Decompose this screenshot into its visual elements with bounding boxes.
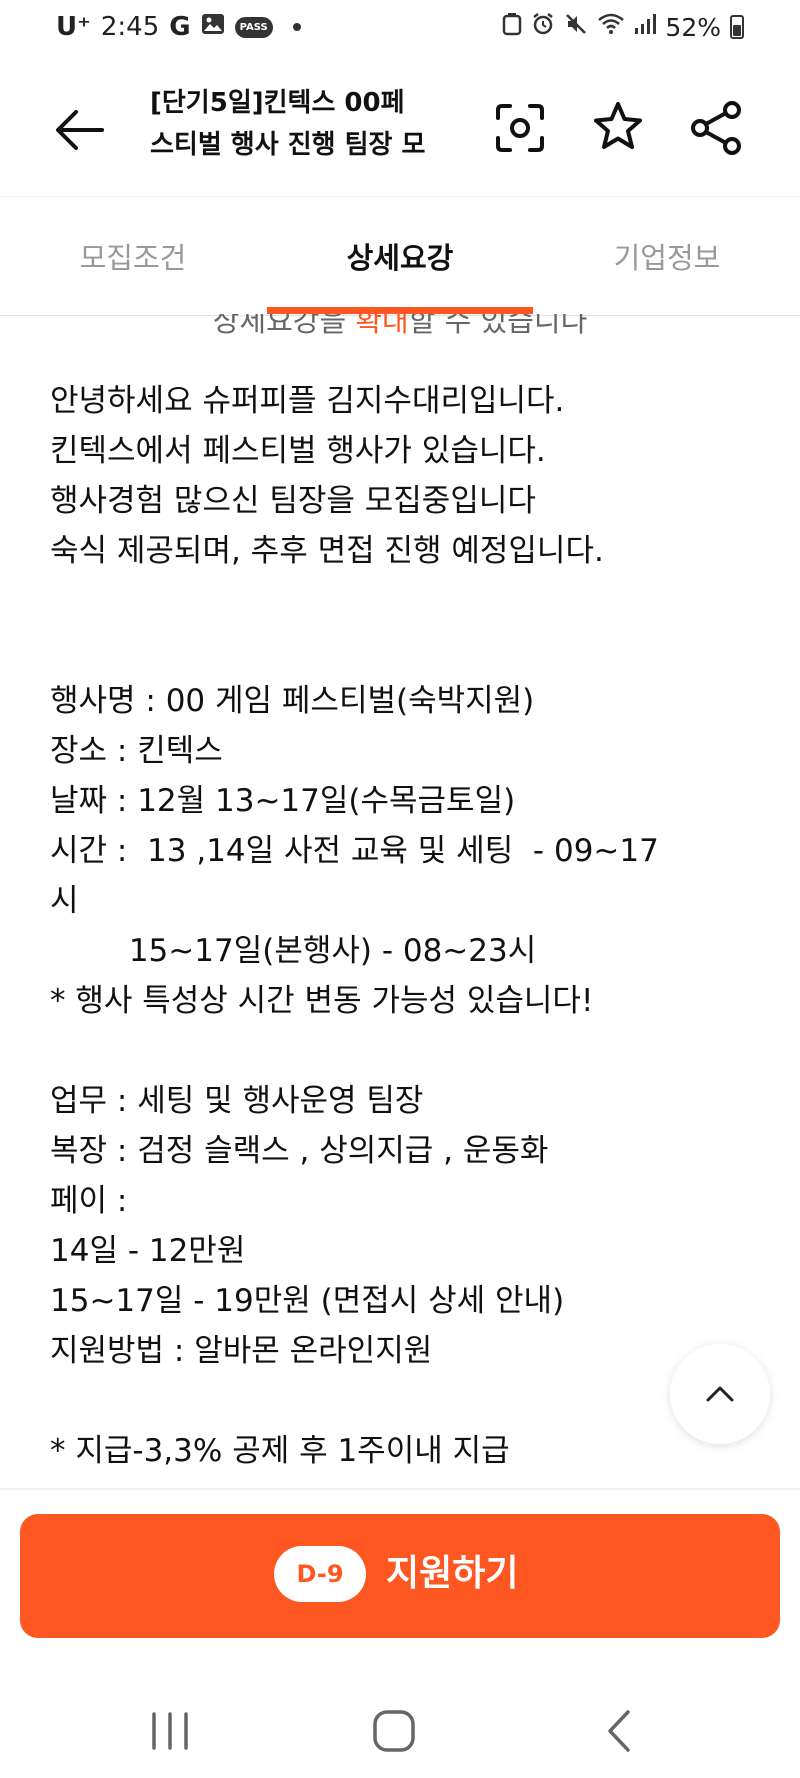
share-button[interactable] — [686, 98, 746, 158]
alarm-icon — [531, 12, 555, 42]
description-line: 행사경험 많으신 팀장을 모집중입니다 — [50, 483, 536, 519]
time-label: 2:45 — [100, 12, 160, 42]
description-line: 페이 : — [50, 1183, 128, 1219]
description-line: 시 — [50, 883, 79, 919]
back-button[interactable] — [50, 100, 110, 160]
scan-button[interactable] — [490, 98, 550, 158]
page-title: [단기5일]킨텍스 00페 스티벌 행사 진행 팀장 모 — [150, 82, 450, 166]
tab-details[interactable]: 상세요강 — [267, 235, 533, 277]
job-description: 안녕하세요 슈퍼피플 김지수대리입니다. 킨텍스에서 페스티벌 행사가 있습니다.… — [50, 376, 760, 1488]
description-line: 킨텍스에서 페스티벌 행사가 있습니다. — [50, 433, 546, 469]
star-icon — [594, 102, 642, 149]
description-line: 안녕하세요 슈퍼피플 김지수대리입니다. — [50, 383, 565, 419]
app-header: [단기5일]킨텍스 00페 스티벌 행사 진행 팀장 모 — [0, 62, 800, 196]
back-icon — [608, 1710, 630, 1752]
mute-icon — [564, 12, 588, 42]
recycle-icon — [502, 12, 522, 42]
description-line: 숙식 제공되며, 추후 면접 진행 예정입니다. — [50, 533, 604, 569]
page-title-line2: 스티벌 행사 진행 팀장 모 — [150, 130, 426, 160]
dday-badge: D-9 — [274, 1546, 366, 1602]
home-button[interactable] — [364, 1706, 424, 1756]
page-title-line1: [단기5일]킨텍스 00페 — [150, 88, 405, 118]
apply-label: 지원하기 — [386, 1553, 519, 1594]
pass-icon: PASS — [234, 16, 273, 38]
description-line: * 행사 특성상 시간 변동 가능성 있습니다! — [50, 983, 594, 1019]
battery-percent: 52% — [665, 12, 721, 42]
tab-bar: 모집조건 상세요강 기업정보 — [0, 196, 800, 316]
description-line: 행사명 : 00 게임 페스티벌(숙박지원) — [50, 683, 535, 719]
battery-icon — [730, 15, 744, 39]
active-tab-indicator — [267, 307, 533, 314]
back-arrow-icon — [56, 110, 104, 150]
tab-recruit-conditions[interactable]: 모집조건 — [0, 235, 266, 277]
share-icon — [691, 101, 741, 155]
description-line: 시간 : 13 ,14일 사전 교육 및 세팅 - 09~17 — [50, 833, 659, 869]
gallery-icon — [201, 12, 225, 42]
notification-dot-icon — [292, 23, 301, 31]
tab-company-info[interactable]: 기업정보 — [534, 235, 800, 277]
description-line: 업무 : 세팅 및 행사운영 팀장 — [50, 1083, 424, 1119]
recents-icon — [152, 1712, 188, 1750]
wifi-icon — [597, 12, 625, 42]
description-line: 복장 : 검정 슬랙스 , 상의지급 , 운동화 — [50, 1133, 549, 1169]
bookmark-button[interactable] — [588, 98, 648, 158]
chevron-up-icon — [706, 1386, 734, 1402]
signal-icon — [634, 12, 657, 42]
apply-button[interactable]: D-9 지원하기 — [20, 1514, 780, 1638]
description-line: * 지급-3,3% 공제 후 1주이내 지급 — [50, 1433, 510, 1469]
google-icon: G — [169, 12, 191, 42]
description-line: 15~17일 - 19만원 (면접시 상세 안내) — [50, 1283, 565, 1319]
description-line: 15~17일(본행사) - 08~23시 — [50, 933, 537, 969]
system-nav-bar — [0, 1690, 800, 1778]
status-bar: U⁺ 2:45 G PASS 52% — [0, 0, 800, 62]
bottom-divider — [0, 1488, 800, 1490]
carrier-label: U⁺ — [56, 12, 91, 42]
description-line: 장소 : 킨텍스 — [50, 733, 223, 769]
system-back-button[interactable] — [590, 1706, 650, 1756]
screenshot-scan-icon — [496, 104, 544, 152]
recents-button[interactable] — [140, 1706, 200, 1756]
home-icon — [373, 1710, 415, 1752]
description-line: 14일 - 12만원 — [50, 1233, 246, 1269]
scroll-top-button[interactable] — [670, 1344, 770, 1444]
description-line: 날짜 : 12월 13~17일(수목금토일) — [50, 783, 516, 819]
description-line: 지원방법 : 알바몬 온라인지원 — [50, 1333, 433, 1369]
